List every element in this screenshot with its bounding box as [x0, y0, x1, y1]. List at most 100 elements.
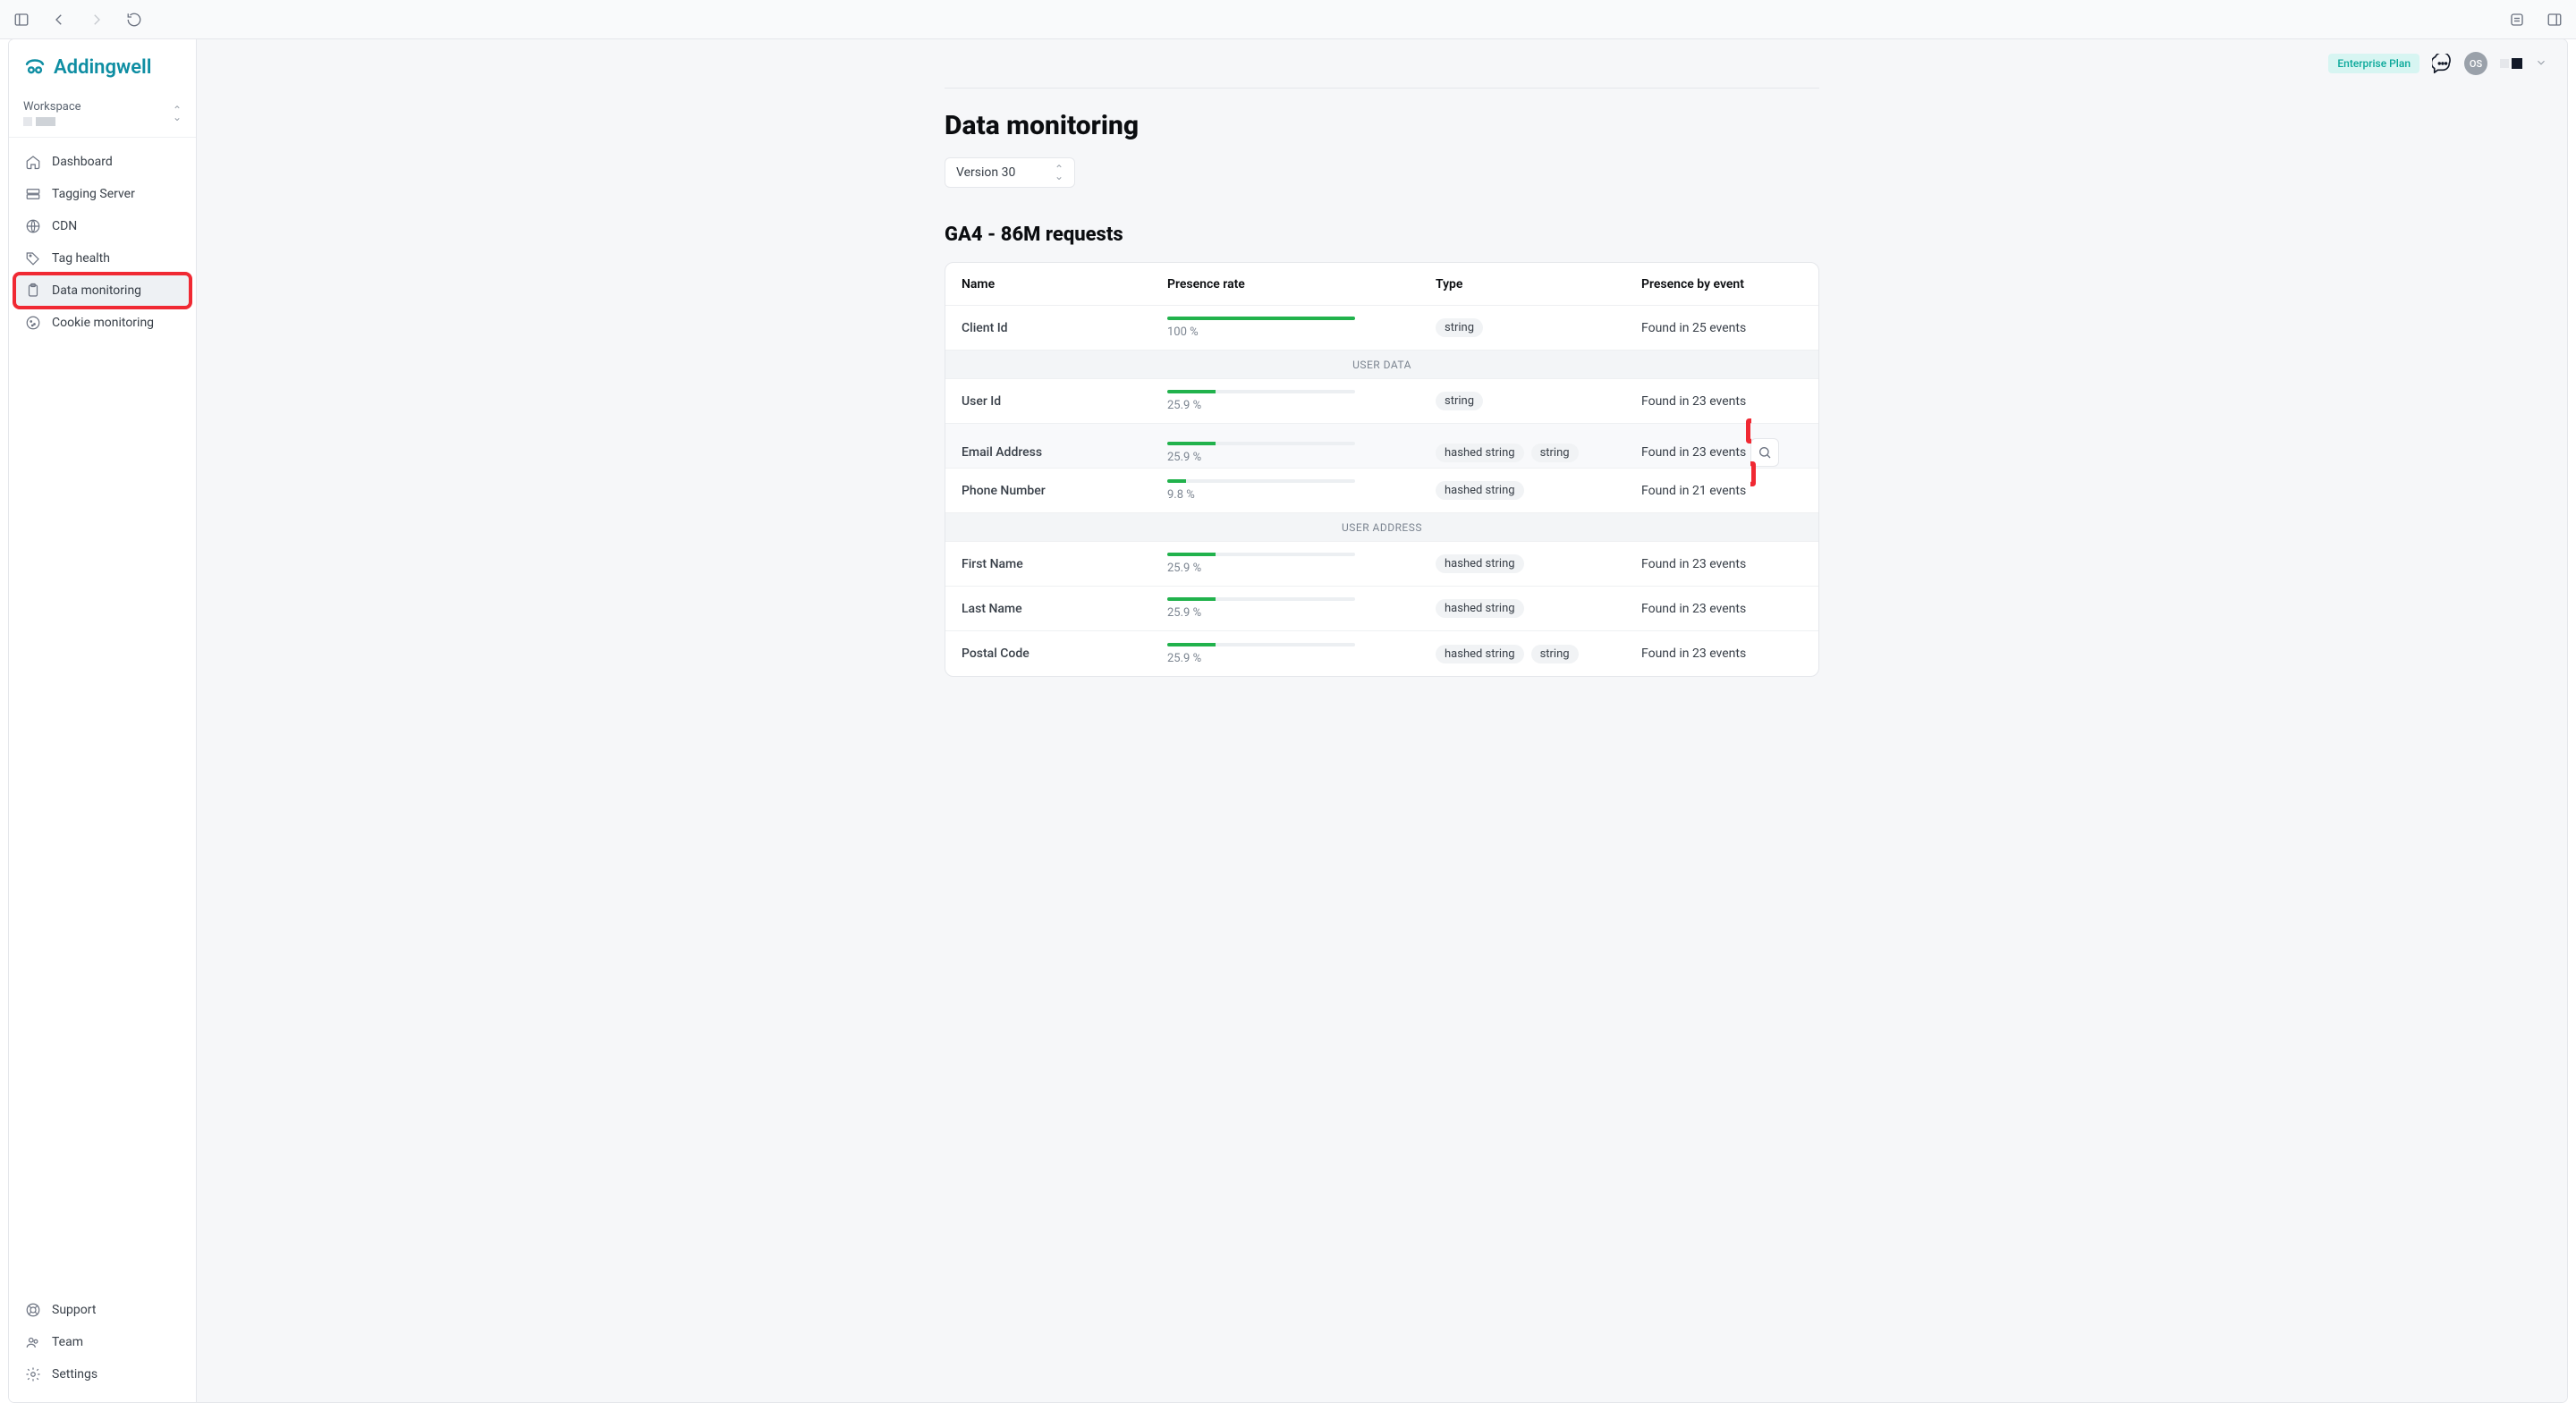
progress-bar	[1167, 390, 1216, 393]
table-row[interactable]: Client Id 100 % string Found in 25 event…	[945, 306, 1818, 351]
table-row[interactable]: Email Address 25.9 % hashed string strin…	[945, 424, 1818, 469]
cell-events: Found in 21 events	[1641, 484, 1750, 498]
cell-type: hashed string	[1436, 554, 1641, 573]
cell-events: Found in 25 events	[1641, 321, 1750, 335]
progress-bar	[1167, 643, 1216, 646]
avatar[interactable]: OS	[2464, 52, 2487, 75]
presence-pct: 100 %	[1167, 325, 1436, 339]
workspace-selector[interactable]: Workspace ⌃⌄	[9, 88, 196, 138]
type-pill: hashed string	[1436, 645, 1524, 663]
browser-toolbar	[0, 0, 2576, 39]
cell-presence: 25.9 %	[1167, 643, 1436, 665]
sidebar-item-support[interactable]: Support	[16, 1295, 189, 1325]
sidebar-item-dashboard[interactable]: Dashboard	[16, 147, 189, 177]
sidebar-item-label: Cookie monitoring	[52, 316, 154, 330]
panel-right-icon[interactable]	[2546, 11, 2563, 29]
cell-presence: 9.8 %	[1167, 479, 1436, 502]
cell-name: Postal Code	[962, 646, 1167, 661]
col-events: Presence by event	[1641, 277, 1750, 291]
brand-name: Addingwell	[54, 56, 151, 79]
cell-type: hashed string	[1436, 599, 1641, 618]
cell-name: Client Id	[962, 321, 1167, 335]
brand-logo-icon	[23, 55, 47, 79]
cell-name: User Id	[962, 394, 1167, 409]
type-pill: string	[1436, 392, 1483, 410]
sidebar-item-label: Data monitoring	[52, 283, 141, 298]
section-user-data: USER DATA	[945, 351, 1818, 379]
cell-name: Email Address	[962, 445, 1167, 460]
globe-icon	[25, 218, 41, 234]
table-row[interactable]: Last Name 25.9 % hashed string Found in …	[945, 587, 1818, 631]
cell-events: Found in 23 events	[1641, 646, 1750, 661]
tag-icon	[25, 250, 41, 266]
workspace-label: Workspace	[23, 100, 81, 114]
col-type: Type	[1436, 277, 1641, 291]
progress-bar	[1167, 553, 1216, 556]
gear-icon	[25, 1366, 41, 1382]
lifebuoy-icon	[25, 1302, 41, 1318]
home-icon	[25, 154, 41, 170]
presence-pct: 25.9 %	[1167, 652, 1436, 665]
sidebar-item-cdn[interactable]: CDN	[16, 211, 189, 241]
team-icon	[25, 1334, 41, 1350]
sidebar-item-tag-health[interactable]: Tag health	[16, 243, 189, 274]
brand-row: Addingwell	[9, 39, 196, 88]
topbar: Enterprise Plan OS	[197, 39, 2567, 88]
presence-pct: 25.9 %	[1167, 451, 1436, 464]
cell-type: hashed string string	[1436, 444, 1641, 462]
table-row[interactable]: User Id 25.9 % string Found in 23 events	[945, 379, 1818, 424]
workspace-name-placeholder	[23, 117, 81, 126]
col-name: Name	[962, 277, 1167, 291]
chat-icon[interactable]	[2432, 54, 2452, 73]
search-icon	[1758, 445, 1772, 460]
row-search-highlight	[1750, 423, 1802, 482]
type-pill: hashed string	[1436, 554, 1524, 573]
cell-presence: 100 %	[1167, 317, 1436, 339]
table-row[interactable]: Postal Code 25.9 % hashed string string …	[945, 631, 1818, 676]
locale-flag[interactable]	[2500, 58, 2522, 69]
type-pill: string	[1436, 318, 1483, 337]
version-select-value: Version 30	[956, 165, 1015, 180]
clipboard-icon	[25, 283, 41, 299]
cell-type: string	[1436, 318, 1641, 337]
cell-type: string	[1436, 392, 1641, 410]
sidebar-toggle-icon[interactable]	[13, 11, 30, 29]
main-content: Enterprise Plan OS Data monitoring Versi…	[197, 39, 2567, 1402]
type-pill: hashed string	[1436, 444, 1524, 462]
type-pill: string	[1531, 444, 1579, 462]
progress-bar	[1167, 597, 1216, 601]
cell-presence: 25.9 %	[1167, 597, 1436, 620]
plan-badge: Enterprise Plan	[2328, 54, 2419, 73]
presence-pct: 25.9 %	[1167, 562, 1436, 575]
progress-bar	[1167, 317, 1355, 320]
page-title: Data monitoring	[945, 110, 1819, 141]
cell-presence: 25.9 %	[1167, 390, 1436, 412]
sidebar-nav: Dashboard Tagging Server CDN Tag health …	[9, 138, 196, 1288]
row-search-button[interactable]	[1750, 438, 1779, 467]
sidebar-item-label: Tag health	[52, 251, 110, 266]
presence-pct: 9.8 %	[1167, 488, 1436, 502]
sidebar-item-label: CDN	[52, 219, 77, 233]
back-icon[interactable]	[50, 11, 68, 29]
table-header: Name Presence rate Type Presence by even…	[945, 263, 1818, 306]
reload-icon[interactable]	[125, 11, 143, 29]
cell-name: First Name	[962, 557, 1167, 571]
sidebar-item-tagging-server[interactable]: Tagging Server	[16, 179, 189, 209]
sidebar-item-data-monitoring[interactable]: Data monitoring	[16, 275, 189, 306]
cell-presence: 25.9 %	[1167, 442, 1436, 464]
version-select[interactable]: Version 30 ⌃⌄	[945, 157, 1075, 188]
sidebar-item-label: Team	[52, 1335, 83, 1349]
cell-events: Found in 23 events	[1641, 445, 1750, 460]
sidebar-item-team[interactable]: Team	[16, 1327, 189, 1357]
presence-pct: 25.9 %	[1167, 399, 1436, 412]
chevron-updown-icon: ⌃⌄	[173, 106, 182, 121]
divider	[945, 88, 1819, 89]
extensions-icon[interactable]	[2508, 11, 2526, 29]
table-row[interactable]: First Name 25.9 % hashed string Found in…	[945, 542, 1818, 587]
sidebar-item-settings[interactable]: Settings	[16, 1359, 189, 1390]
sidebar-item-label: Dashboard	[52, 155, 113, 169]
sidebar-item-label: Support	[52, 1303, 96, 1317]
type-pill: hashed string	[1436, 599, 1524, 618]
table-row[interactable]: Phone Number 9.8 % hashed string Found i…	[945, 469, 1818, 513]
sidebar-item-cookie-monitoring[interactable]: Cookie monitoring	[16, 308, 189, 338]
